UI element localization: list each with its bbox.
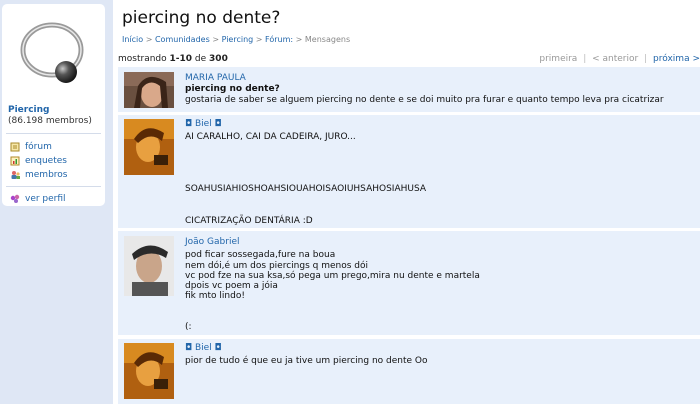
sidebar-item-label[interactable]: ver perfil bbox=[25, 194, 66, 204]
sidebar-item-label[interactable]: membros bbox=[25, 170, 67, 180]
pager-of: de bbox=[194, 54, 207, 64]
avatar[interactable] bbox=[124, 343, 174, 399]
poll-icon bbox=[10, 156, 20, 166]
breadcrumb-forum[interactable]: Fórum: bbox=[265, 35, 293, 44]
sidebar-item-polls[interactable]: enquetes bbox=[10, 156, 67, 166]
pager-next[interactable]: próxima > bbox=[653, 54, 700, 64]
post-text: dpois vc poem a jóia bbox=[185, 281, 278, 291]
avatar[interactable] bbox=[124, 119, 174, 175]
breadcrumb-current: Mensagens bbox=[304, 35, 351, 44]
post-text: (: bbox=[185, 322, 192, 332]
page-title: piercing no dente? bbox=[122, 8, 281, 28]
forum-post: MARIA PAULA piercing no dente? gostaria … bbox=[118, 67, 700, 112]
community-sidebar: Piercing (86.198 membros) fórum enquetes… bbox=[2, 4, 105, 206]
sidebar-item-label[interactable]: enquetes bbox=[25, 156, 67, 166]
pager-first: primeira bbox=[539, 54, 578, 64]
breadcrumb-community[interactable]: Piercing bbox=[222, 35, 254, 44]
sidebar-item-profile[interactable]: ver perfil bbox=[10, 194, 66, 204]
post-author[interactable]: João Gabriel bbox=[185, 237, 239, 247]
post-text: nem dói,é um dos piercings q menos dói bbox=[185, 261, 368, 271]
main-content: piercing no dente? Início > Comunidades … bbox=[113, 0, 700, 404]
breadcrumb-separator: > bbox=[295, 35, 303, 44]
post-text: pior de tudo é que eu ja tive um piercin… bbox=[185, 356, 428, 366]
sidebar-divider bbox=[6, 186, 101, 187]
post-author[interactable]: MARIA PAULA bbox=[185, 73, 246, 83]
pager-info: mostrando 1-10 de 300 bbox=[118, 54, 228, 64]
breadcrumb-communities[interactable]: Comunidades bbox=[155, 35, 210, 44]
post-text: AI CARALHO, CAI DA CADEIRA, JURO... bbox=[185, 132, 356, 142]
community-name[interactable]: Piercing bbox=[8, 105, 50, 115]
pager-range: 1-10 bbox=[169, 54, 193, 64]
post-text: gostaria de saber se alguem piercing no … bbox=[185, 95, 664, 105]
breadcrumb-separator: > bbox=[255, 35, 263, 44]
forum-post: ◘ Biel ◘ AI CARALHO, CAI DA CADEIRA, JUR… bbox=[118, 115, 700, 228]
sidebar-divider bbox=[6, 133, 101, 134]
post-text: SOAHUSIAHIOSHOAHSIOUAHOISAOIUHSAHOSIAHUS… bbox=[185, 184, 426, 194]
sidebar-item-label[interactable]: fórum bbox=[25, 142, 52, 152]
post-text: pod ficar sossegada,fure na boua bbox=[185, 250, 336, 260]
forum-icon bbox=[10, 142, 20, 152]
breadcrumb-separator: > bbox=[145, 35, 153, 44]
member-count: (86.198 membros) bbox=[8, 116, 92, 126]
community-image[interactable] bbox=[16, 16, 88, 88]
post-subject: piercing no dente? bbox=[185, 84, 280, 94]
avatar[interactable] bbox=[124, 72, 174, 108]
breadcrumb-separator: > bbox=[212, 35, 220, 44]
sidebar-item-members[interactable]: membros bbox=[10, 170, 67, 180]
post-text: CICATRIZAÇÃO DENTÁRIA :D bbox=[185, 216, 313, 226]
sidebar-item-forum[interactable]: fórum bbox=[10, 142, 52, 152]
pager-divider: | bbox=[583, 54, 587, 64]
avatar[interactable] bbox=[124, 236, 174, 296]
post-author[interactable]: ◘ Biel ◘ bbox=[185, 343, 222, 353]
pager-divider: | bbox=[644, 54, 648, 64]
post-text: vc pod fze na sua ksa,só pega um prego,m… bbox=[185, 271, 480, 281]
breadcrumb: Início > Comunidades > Piercing > Fórum:… bbox=[122, 35, 350, 44]
profile-icon bbox=[10, 194, 20, 203]
pager-prev: < anterior bbox=[592, 54, 639, 64]
forum-post: ◘ Biel ◘ pior de tudo é que eu ja tive u… bbox=[118, 339, 700, 404]
post-author[interactable]: ◘ Biel ◘ bbox=[185, 119, 222, 129]
breadcrumb-home[interactable]: Início bbox=[122, 35, 143, 44]
post-text: fik mto lindo! bbox=[185, 291, 245, 301]
pager-total: 300 bbox=[209, 54, 228, 64]
pagination: primeira | < anterior | próxima > bbox=[539, 54, 700, 64]
members-icon bbox=[11, 171, 20, 179]
forum-post: João Gabriel pod ficar sossegada,fure na… bbox=[118, 231, 700, 335]
pager-prefix: mostrando bbox=[118, 54, 167, 64]
